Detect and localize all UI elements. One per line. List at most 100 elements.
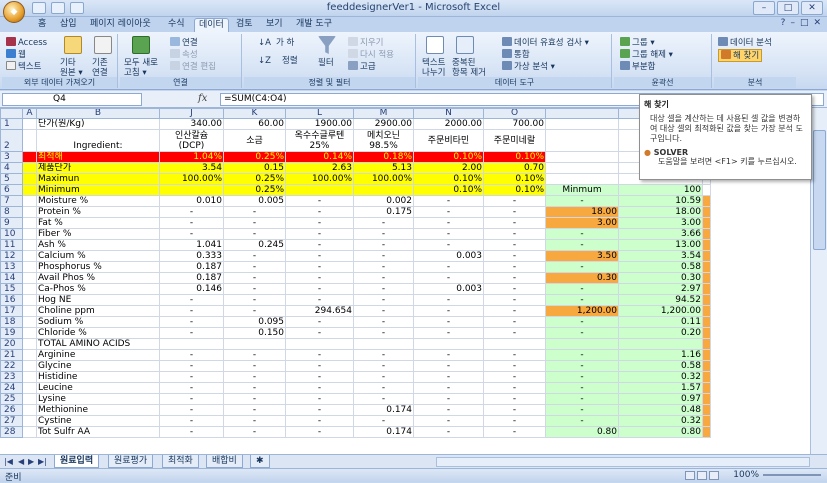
- cell-label[interactable]: Maximun: [36, 173, 160, 185]
- cell-value[interactable]: -: [223, 272, 286, 284]
- cell-value[interactable]: -: [483, 349, 546, 361]
- cell-value[interactable]: 0.10%: [413, 173, 484, 185]
- connections-button[interactable]: 연결: [170, 37, 198, 48]
- cell-q[interactable]: 94.52: [618, 294, 703, 306]
- cell-p[interactable]: Minmum: [545, 184, 619, 196]
- cell-end[interactable]: [702, 250, 711, 262]
- close-button[interactable]: ✕: [801, 1, 823, 15]
- edit-links-button[interactable]: 연결 편집: [170, 61, 216, 72]
- row-header[interactable]: 9: [0, 217, 23, 229]
- cell-label[interactable]: Arginine: [36, 349, 160, 361]
- cell-label[interactable]: Avail Phos %: [36, 272, 160, 284]
- cell-end[interactable]: [702, 272, 711, 284]
- cell-value[interactable]: -: [483, 404, 546, 416]
- insert-sheet-icon[interactable]: ✱: [250, 455, 270, 468]
- cell-label[interactable]: Fat %: [36, 217, 160, 229]
- cell-value[interactable]: -: [483, 327, 546, 339]
- cell-value[interactable]: -: [483, 294, 546, 306]
- access-button[interactable]: Access: [6, 37, 47, 48]
- cell-value[interactable]: -: [285, 261, 354, 273]
- cell-value[interactable]: -: [159, 382, 224, 394]
- cell-value[interactable]: -: [353, 217, 414, 229]
- cell-value[interactable]: -: [353, 228, 414, 240]
- cell-value[interactable]: -: [483, 195, 546, 207]
- refresh-all-button[interactable]: 모두 새로 고침 ▾: [124, 58, 158, 78]
- cell-end[interactable]: [702, 393, 711, 405]
- cell-value[interactable]: -: [159, 415, 224, 427]
- cell-value[interactable]: 소금: [223, 129, 286, 152]
- cell-end[interactable]: [702, 316, 711, 328]
- cell-value[interactable]: [353, 338, 414, 350]
- cell-value[interactable]: -: [483, 415, 546, 427]
- cell-value[interactable]: -: [285, 206, 354, 218]
- column-header[interactable]: O: [483, 108, 546, 119]
- redo-icon[interactable]: [70, 2, 84, 14]
- cell-p[interactable]: 3.50: [545, 250, 619, 262]
- cell-a[interactable]: [22, 393, 37, 405]
- insert-function-button[interactable]: fx: [198, 93, 218, 106]
- cell-a[interactable]: [22, 426, 37, 438]
- cell-p[interactable]: -: [545, 393, 619, 405]
- cell-label[interactable]: Sodium %: [36, 316, 160, 328]
- cell-value[interactable]: 주문비타민: [413, 129, 484, 152]
- cell-value[interactable]: -: [285, 239, 354, 251]
- cell-end[interactable]: [702, 371, 711, 383]
- cell-a[interactable]: [22, 228, 37, 240]
- cell-value[interactable]: 0.174: [353, 426, 414, 438]
- cell-end[interactable]: [702, 360, 711, 372]
- row-header[interactable]: 23: [0, 371, 23, 383]
- cell-label[interactable]: 제품단가: [36, 162, 160, 174]
- cell-value[interactable]: [285, 338, 354, 350]
- cell-label[interactable]: Ingredient:: [36, 129, 160, 152]
- data-validation-button[interactable]: 데이터 유효성 검사 ▾: [502, 37, 589, 48]
- page-layout-icon[interactable]: [697, 471, 707, 480]
- cell-q[interactable]: 0.30: [618, 272, 703, 284]
- cell-q[interactable]: 0.20: [618, 327, 703, 339]
- cell-a[interactable]: [22, 250, 37, 262]
- cell-p[interactable]: [545, 338, 619, 350]
- cell-value[interactable]: 메치오닌 98.5%: [353, 129, 414, 152]
- web-button[interactable]: 웹: [6, 49, 26, 60]
- cell-value[interactable]: -: [413, 316, 484, 328]
- consolidate-button[interactable]: 통합: [502, 49, 530, 60]
- cell-p[interactable]: -: [545, 349, 619, 361]
- cell-q[interactable]: 1,200.00: [618, 305, 703, 317]
- cell-value[interactable]: -: [413, 239, 484, 251]
- cell-value[interactable]: 0.333: [159, 250, 224, 262]
- cell-value[interactable]: 1.041: [159, 239, 224, 251]
- cell-value[interactable]: -: [413, 415, 484, 427]
- reapply-button[interactable]: 다시 적용: [348, 49, 394, 60]
- cell-value[interactable]: -: [413, 382, 484, 394]
- cell-label[interactable]: 최적해: [36, 151, 160, 163]
- cell-q[interactable]: 0.58: [618, 360, 703, 372]
- row-header[interactable]: 11: [0, 239, 23, 251]
- cell-value[interactable]: 0.10%: [413, 151, 484, 163]
- cell-end[interactable]: [702, 184, 711, 196]
- row-header[interactable]: 18: [0, 316, 23, 328]
- cell-p[interactable]: -: [545, 360, 619, 372]
- cell-value[interactable]: -: [413, 360, 484, 372]
- cell-p[interactable]: -: [545, 327, 619, 339]
- cell-value[interactable]: 0.150: [223, 327, 286, 339]
- cell-value[interactable]: -: [223, 261, 286, 273]
- close-icon[interactable]: ✕: [813, 18, 821, 28]
- cell-p[interactable]: 18.00: [545, 206, 619, 218]
- cell-label[interactable]: Lysine: [36, 393, 160, 405]
- cell-value[interactable]: -: [223, 206, 286, 218]
- cell-value[interactable]: -: [353, 349, 414, 361]
- sheet-tab-0[interactable]: 원료입력: [54, 455, 100, 468]
- cell-p[interactable]: 0.30: [545, 272, 619, 284]
- cell-value[interactable]: 0.10%: [483, 173, 546, 185]
- cell-q[interactable]: 100: [618, 184, 703, 196]
- cell-value[interactable]: -: [285, 272, 354, 284]
- tab-6[interactable]: 보기: [262, 18, 287, 32]
- cell-value[interactable]: -: [413, 404, 484, 416]
- min-icon[interactable]: –: [790, 18, 795, 28]
- cell-value[interactable]: [483, 338, 546, 350]
- cell-value[interactable]: [159, 338, 224, 350]
- tab-7[interactable]: 개발 도구: [292, 18, 336, 32]
- help-icon[interactable]: ?: [781, 18, 786, 28]
- cell-value[interactable]: -: [159, 206, 224, 218]
- cell-value[interactable]: -: [223, 382, 286, 394]
- solver-button[interactable]: 해 찾기: [718, 49, 763, 62]
